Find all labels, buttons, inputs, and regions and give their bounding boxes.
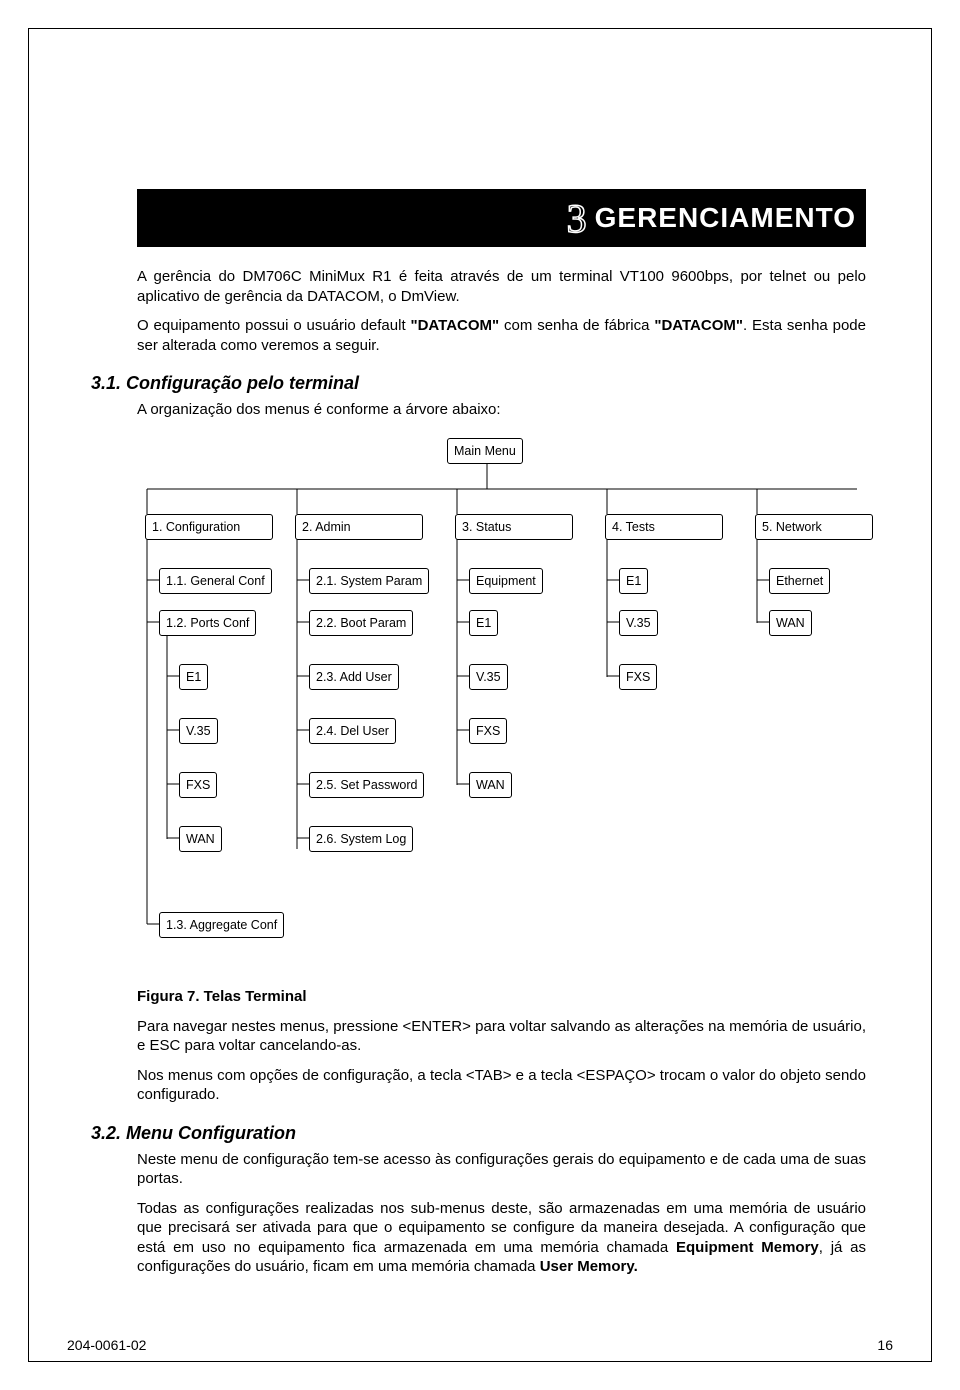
- figure-caption: Figura 7. Telas Terminal: [137, 988, 866, 1005]
- section-3-2-heading: 3.2. Menu Configuration: [91, 1123, 866, 1144]
- intro-paragraph-2: O equipamento possui o usuário default "…: [137, 316, 866, 355]
- tree-col4-head: 5. Network: [755, 514, 873, 540]
- intro-paragraph-1: A gerência do DM706C MiniMux R1 é feita …: [137, 267, 866, 306]
- tree-node: 2.2. Boot Param: [309, 610, 413, 636]
- tree-node: 1.1. General Conf: [159, 568, 272, 594]
- section-3-1-lead: A organização dos menus é conforme a árv…: [137, 400, 866, 420]
- tree-node: 2.5. Set Password: [309, 772, 424, 798]
- tree-node: FXS: [619, 664, 657, 690]
- tree-col1-head: 2. Admin: [295, 514, 423, 540]
- tree-node: WAN: [469, 772, 512, 798]
- section-3-1-heading: 3.1. Configuração pelo terminal: [91, 373, 866, 394]
- chapter-header: 3 GERENCIAMENTO: [137, 189, 866, 247]
- after-figure-paragraph-2: Nos menus com opções de configuração, a …: [137, 1066, 866, 1105]
- menu-tree-figure: Main Menu 1. Configuration 2. Admin 3. S…: [137, 434, 917, 974]
- tree-node: 1.2. Ports Conf: [159, 610, 256, 636]
- tree-node: WAN: [769, 610, 812, 636]
- text: uma memória chamada: [378, 1258, 540, 1275]
- text: O equipamento possui o usuário default: [137, 317, 410, 334]
- tree-node: E1: [619, 568, 648, 594]
- tree-node: WAN: [179, 826, 222, 852]
- bold-text: "DATACOM": [410, 317, 499, 334]
- tree-root: Main Menu: [447, 438, 523, 464]
- footer-right-page-number: 16: [877, 1337, 893, 1353]
- bold-text: Equipment Memory: [676, 1239, 819, 1256]
- tree-col2-head: 3. Status: [455, 514, 573, 540]
- tree-node: 2.6. System Log: [309, 826, 413, 852]
- tree-node: E1: [179, 664, 208, 690]
- tree-node: 2.3. Add User: [309, 664, 399, 690]
- text: com senha de fábrica: [499, 317, 654, 334]
- section-3-2-paragraph-1: Neste menu de configuração tem-se acesso…: [137, 1150, 866, 1189]
- chapter-title: GERENCIAMENTO: [595, 202, 856, 234]
- tree-node: FXS: [469, 718, 507, 744]
- page-footer: 204-0061-02 16: [67, 1337, 893, 1353]
- tree-node: V.35: [179, 718, 218, 744]
- bold-text: "DATACOM": [654, 317, 743, 334]
- tree-node: Equipment: [469, 568, 543, 594]
- footer-left: 204-0061-02: [67, 1337, 146, 1353]
- tree-node: V.35: [469, 664, 508, 690]
- tree-node: FXS: [179, 772, 217, 798]
- tree-node: V.35: [619, 610, 658, 636]
- after-figure-paragraph-1: Para navegar nestes menus, pressione <EN…: [137, 1017, 866, 1056]
- tree-col0-head: 1. Configuration: [145, 514, 273, 540]
- tree-col3-head: 4. Tests: [605, 514, 723, 540]
- tree-node: 2.4. Del User: [309, 718, 396, 744]
- tree-node: E1: [469, 610, 498, 636]
- tree-node: 1.3. Aggregate Conf: [159, 912, 284, 938]
- chapter-number: 3: [567, 195, 587, 242]
- bold-text: User Memory.: [540, 1258, 638, 1275]
- tree-node: 2.1. System Param: [309, 568, 429, 594]
- section-3-2-paragraph-2: Todas as configurações realizadas nos su…: [137, 1199, 866, 1277]
- tree-node: Ethernet: [769, 568, 830, 594]
